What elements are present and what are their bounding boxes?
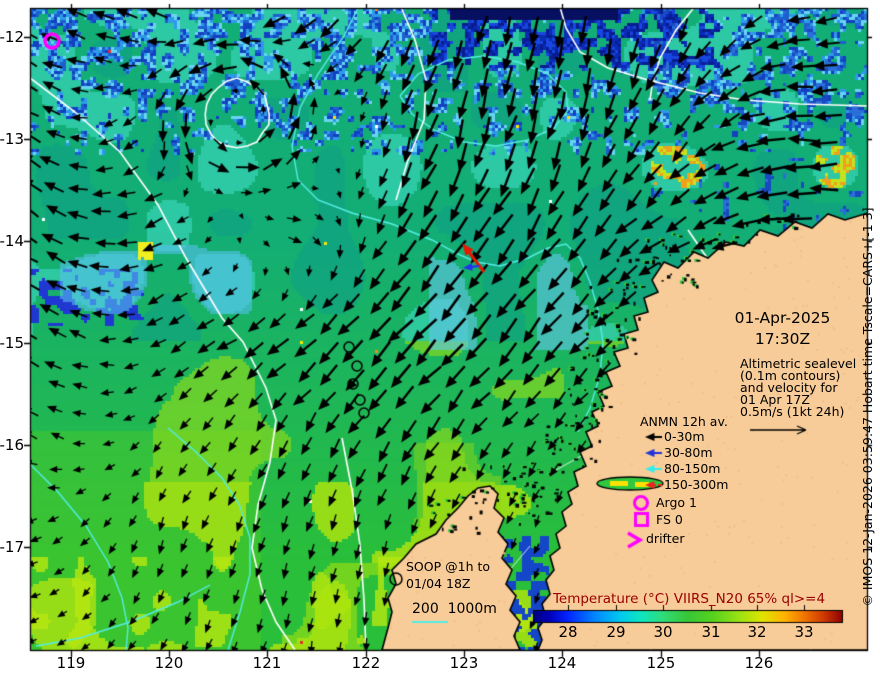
x-tick-123: 123 <box>442 655 486 672</box>
anmn-legend-label-0-30m: 0-30m <box>664 430 705 444</box>
colorbar-title: Temperature (°C) VIIRS_N20 65% ql>=4 <box>533 592 845 608</box>
colorbar-tick-30: 30 <box>643 624 683 641</box>
x-tick-119: 119 <box>49 655 93 672</box>
x-tick-125: 125 <box>639 655 683 672</box>
map-time: 17:30Z <box>720 331 845 349</box>
colorbar-tick-32: 32 <box>737 624 777 641</box>
drifter-legend-label: drifter <box>646 532 684 546</box>
soop-note-line1: SOOP @1h to <box>406 560 490 574</box>
y-tick--16: -16 <box>0 437 24 454</box>
copyright-text: © IMOS 12-Jan-2026 03:59:47 Hobart time … <box>861 181 875 633</box>
y-tick--12: -12 <box>0 29 24 46</box>
anmn-legend-label-150-300m: 150-300m <box>664 478 728 492</box>
isobath-label: 200 1000m <box>412 601 497 617</box>
y-tick--13: -13 <box>0 131 24 148</box>
soop-note-line2: 01/04 18Z <box>406 577 470 591</box>
altimetry-note-line5: 0.5m/s (1kt 24h) <box>740 405 844 419</box>
x-tick-126: 126 <box>737 655 781 672</box>
fs-legend-label: FS 0 <box>656 513 683 527</box>
colorbar-tick-28: 28 <box>548 624 588 641</box>
x-tick-124: 124 <box>540 655 584 672</box>
anmn-legend-title: ANMN 12h av. <box>640 415 728 429</box>
anmn-legend-label-80-150m: 80-150m <box>664 462 720 476</box>
y-tick--14: -14 <box>0 233 24 250</box>
map-date: 01-Apr-2025 <box>720 310 845 328</box>
colorbar-tick-31: 31 <box>691 624 731 641</box>
x-tick-122: 122 <box>344 655 388 672</box>
argo-legend-label: Argo 1 <box>656 496 697 510</box>
imos-ocean-current-map: 119 120 121 122 123 124 125 126 -12 -13 … <box>0 0 880 680</box>
x-tick-121: 121 <box>245 655 289 672</box>
x-tick-120: 120 <box>147 655 191 672</box>
y-tick--15: -15 <box>0 335 24 352</box>
y-tick--17: -17 <box>0 539 24 556</box>
anmn-legend-label-30-80m: 30-80m <box>664 446 713 460</box>
colorbar-tick-33: 33 <box>784 624 824 641</box>
colorbar-tick-29: 29 <box>596 624 636 641</box>
